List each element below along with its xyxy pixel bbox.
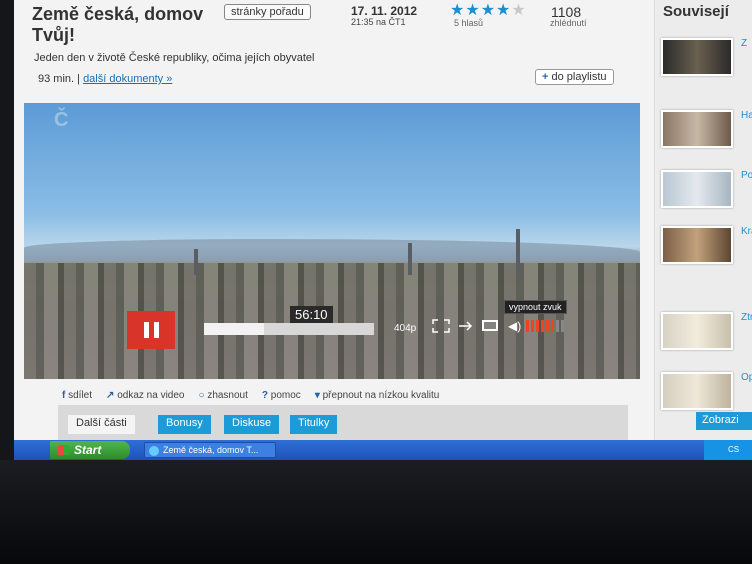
question-icon: ? (261, 390, 269, 401)
show-more-button[interactable]: Zobrazi (696, 412, 752, 430)
tab-subtitles[interactable]: Titulky (290, 415, 338, 434)
separator: | (77, 73, 80, 85)
monitor-bezel-left (0, 0, 14, 460)
chimney (408, 243, 412, 275)
volume-bar (561, 320, 564, 332)
more-docs-link[interactable]: další dokumenty » (83, 73, 172, 85)
duration: 93 min. (38, 73, 75, 85)
star-icon[interactable]: ★ (511, 2, 526, 19)
share-link[interactable]: f sdílet (62, 390, 92, 401)
progress-bar[interactable] (204, 323, 374, 335)
low-quality-link[interactable]: ▾ přepnout na nízkou kvalitu (315, 390, 440, 401)
volume-bar (541, 320, 544, 332)
chimney (194, 249, 198, 275)
arrow-down-icon: ▾ (314, 390, 320, 401)
popout-icon[interactable] (458, 319, 476, 333)
page-title: Země česká, domov Tvůj! (32, 4, 204, 45)
vote-count: 5 hlasů (454, 18, 484, 28)
thumbnail (661, 110, 733, 148)
dim-link[interactable]: ○ zhasnout (198, 390, 247, 401)
time-label: 56:10 (290, 306, 333, 323)
mute-tooltip: vypnout zvuk (504, 300, 567, 314)
tab-bonuses[interactable]: Bonusy (158, 415, 211, 434)
chimney (516, 229, 520, 275)
tab-bar: Další části Bonusy Diskuse Titulky (58, 405, 628, 440)
pause-button[interactable] (127, 311, 175, 349)
subtitle: Jeden den v životě České republiky, očim… (34, 52, 315, 64)
star-icon[interactable]: ★ (496, 2, 511, 19)
views-label: zhlédnutí (550, 18, 587, 28)
quality-button[interactable]: 404p (394, 323, 416, 334)
related-item-title: Ha (741, 110, 752, 121)
related-item-title: Z (741, 38, 748, 49)
taskbar-window-item[interactable]: Země česká, domov T... (144, 442, 276, 458)
thumbnail (661, 372, 733, 410)
volume-slider[interactable] (526, 320, 564, 332)
video-link[interactable]: ↗ odkaz na video (106, 390, 184, 401)
pause-icon (143, 322, 149, 338)
duration-line: 93 min. | další dokumenty » (38, 73, 172, 85)
start-button[interactable]: Start (50, 441, 130, 459)
facebook-icon: f (62, 390, 66, 401)
tab-more-parts[interactable]: Další části (68, 415, 135, 434)
plus-icon: + (542, 71, 549, 83)
sidebar-title: Souvisejí (663, 3, 729, 20)
thumbnail (661, 226, 733, 264)
show-pages-button[interactable]: stránky pořadu (224, 4, 311, 20)
fullscreen-icon[interactable] (432, 319, 450, 333)
screen: Země česká, domov Tvůj! stránky pořadu 1… (14, 0, 752, 460)
star-icon[interactable]: ★ (481, 2, 496, 19)
related-item-title: Opožd (741, 372, 752, 383)
speaker-icon[interactable]: ◀) (508, 319, 521, 333)
thumbnail (661, 312, 733, 350)
progress-fill (204, 323, 264, 335)
volume-bar (556, 320, 559, 332)
thumbnail (661, 38, 733, 76)
related-item-title: Por (741, 170, 752, 181)
thumbnail (661, 170, 733, 208)
volume-bar (526, 320, 529, 332)
taskbar: Start Země česká, domov T... CS (14, 440, 752, 460)
bulb-icon: ○ (198, 390, 205, 401)
screen-icon[interactable] (482, 320, 498, 331)
ct-logo-watermark-icon: Č (54, 109, 69, 131)
star-icon[interactable]: ★ (465, 2, 480, 19)
tab-discussion[interactable]: Diskuse (224, 415, 280, 434)
air-time: 21:35 na ČT1 (351, 17, 406, 27)
hills (24, 239, 640, 261)
playlist-label: do playlistu (551, 71, 607, 83)
volume-bar (546, 320, 549, 332)
star-icon[interactable]: ★ (450, 2, 465, 19)
related-item-title: Ztrace (741, 312, 752, 323)
system-tray: CS (704, 440, 752, 460)
main-content: Země česká, domov Tvůj! stránky pořadu 1… (14, 0, 654, 440)
volume-bar (536, 320, 539, 332)
help-link[interactable]: ? pomoc (262, 390, 301, 401)
add-to-playlist-button[interactable]: + do playlistu (535, 69, 614, 85)
link-icon: ↗ (106, 390, 115, 401)
volume-bar (551, 320, 554, 332)
air-date: 17. 11. 2012 (351, 4, 418, 18)
related-sidebar: Souvisejí Z Ha Por Kraj Ztrace Opožd (654, 0, 752, 440)
share-bar: f sdílet ↗ odkaz na video ○ zhasnout ? p… (62, 390, 439, 401)
browser-icon (149, 446, 159, 456)
rating-stars[interactable]: ★★★★★ (450, 0, 527, 20)
windows-flag-icon (58, 445, 69, 455)
monitor-bezel-bottom (0, 460, 752, 564)
video-player[interactable]: Č 56:10 404p ◀) vypnout zvuk (24, 103, 640, 379)
related-item-title: Kraj (741, 226, 752, 237)
volume-bar (531, 320, 534, 332)
